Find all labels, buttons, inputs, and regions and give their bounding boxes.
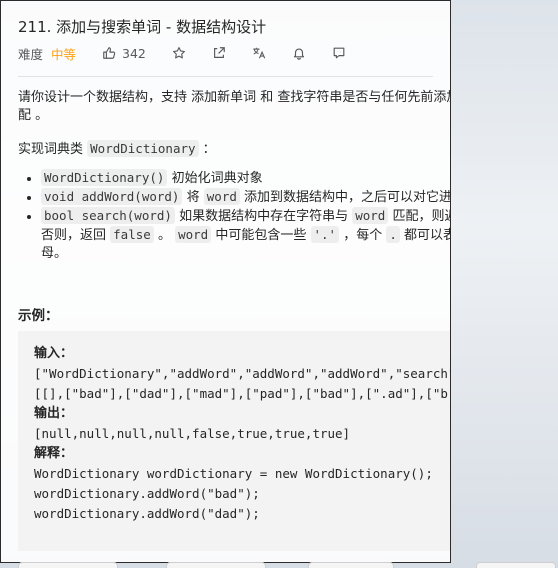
- share-icon[interactable]: [212, 46, 226, 60]
- example-heading: 示例：: [18, 308, 59, 324]
- bottom-tab[interactable]: [166, 562, 266, 568]
- like-count: 342: [122, 45, 146, 61]
- inline-code: word: [352, 207, 389, 224]
- method-desc: 添加到数据结构中，之后可以对它进行匹配: [244, 190, 451, 205]
- example-block: 输入： ["WordDictionary","addWord","addWord…: [18, 331, 451, 551]
- input-line: [[],["bad"],["dad"],["mad"],["pad"],["ba…: [34, 386, 451, 401]
- method-desc: ，每个: [343, 228, 383, 243]
- inline-code: word: [203, 188, 240, 205]
- input-label: 输入：: [34, 346, 74, 361]
- problem-meta-bar: 难度 中等 342: [18, 44, 346, 62]
- list-item: bool search(word) 如果数据结构中存在字符串与 word 匹配，…: [41, 207, 450, 263]
- thumbs-up-icon: [102, 46, 116, 60]
- code-line: wordDictionary.addWord("bad");: [34, 486, 260, 501]
- list-item: void addWord(word) 将 word 添加到数据结构中，之后可以对…: [41, 188, 451, 207]
- method-code: bool search(word): [41, 207, 175, 224]
- list-item: WordDictionary() 初始化词典对象: [41, 169, 450, 188]
- impl-class-code: WordDictionary: [87, 140, 199, 157]
- inline-code: false: [110, 226, 154, 243]
- inline-code: '.': [310, 226, 340, 243]
- method-list: WordDictionary() 初始化词典对象 void addWord(wo…: [41, 169, 451, 263]
- bottom-tab[interactable]: [308, 562, 394, 568]
- bell-icon[interactable]: [292, 46, 306, 60]
- method-desc: 初始化词典对象: [171, 171, 263, 186]
- method-code: WordDictionary(): [41, 169, 168, 186]
- problem-description-panel: 211. 添加与搜索单词 - 数据结构设计 难度 中等 342 请你设计一个数据…: [0, 0, 451, 563]
- problem-intro: 请你设计一个数据结构，支持 添加新单词 和 查找字符串是否与任何先前添加的字符串…: [18, 89, 450, 125]
- bottom-toolbar: [0, 558, 558, 568]
- difficulty-label: 难度: [18, 46, 44, 62]
- input-line: ["WordDictionary","addWord","addWord","a…: [34, 366, 451, 381]
- method-code: void addWord(word): [41, 188, 183, 205]
- star-icon[interactable]: [172, 46, 186, 60]
- explain-label: 解释：: [34, 446, 74, 461]
- code-line: WordDictionary wordDictionary = new Word…: [34, 466, 433, 481]
- comment-icon[interactable]: [332, 46, 346, 60]
- bottom-tab[interactable]: [18, 562, 118, 568]
- impl-suffix: ：: [202, 142, 216, 157]
- translate-icon[interactable]: [252, 46, 266, 60]
- method-desc: 将: [186, 190, 200, 205]
- method-desc: 中可能包含一些: [215, 228, 307, 243]
- method-desc: 如果数据结构中存在字符串与: [179, 209, 349, 224]
- difficulty-badge: 中等: [51, 46, 77, 62]
- bottom-tab[interactable]: [476, 562, 556, 568]
- inline-code: word: [175, 226, 212, 243]
- output-line: [null,null,null,null,false,true,true,tru…: [34, 426, 351, 441]
- header-divider: [18, 76, 433, 77]
- method-desc: 。: [157, 228, 171, 243]
- inline-code: .: [386, 226, 400, 243]
- intro-text: 请你设计一个数据结构，支持 添加新单词 和 查找字符串是否与任何先前添加的字符串…: [18, 90, 450, 123]
- output-label: 输出：: [34, 406, 74, 421]
- impl-prefix: 实现词典类: [18, 142, 84, 157]
- like-button[interactable]: 342: [102, 46, 146, 61]
- method-desc: 匹配，则返回: [392, 209, 450, 224]
- problem-title: 211. 添加与搜索单词 - 数据结构设计: [18, 18, 267, 36]
- code-line: wordDictionary.addWord("dad");: [34, 506, 260, 521]
- impl-line: 实现词典类 WordDictionary ：: [18, 138, 216, 157]
